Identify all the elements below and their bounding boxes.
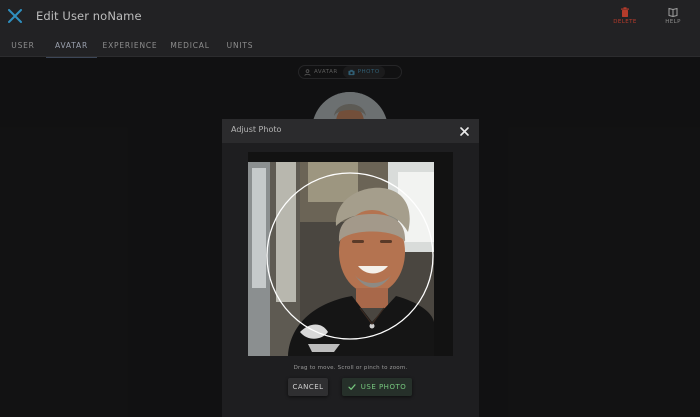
cancel-label: CANCEL — [292, 383, 324, 391]
book-icon — [668, 7, 678, 17]
help-button[interactable]: HELP — [656, 7, 690, 29]
tab-medical[interactable]: MEDICAL — [166, 33, 214, 57]
tab-avatar[interactable]: AVATAR — [46, 33, 97, 58]
adjust-photo-dialog: Adjust Photo Drag to move. Scroll or pin… — [222, 119, 479, 417]
tab-experience[interactable]: EXPERIENCE — [101, 33, 159, 57]
delete-label: DELETE — [613, 19, 637, 25]
use-photo-button[interactable]: USE PHOTO — [342, 378, 412, 396]
crop-circle — [266, 172, 434, 340]
check-icon — [348, 384, 356, 390]
dialog-title: Adjust Photo — [231, 125, 282, 134]
tab-user[interactable]: USER — [4, 33, 42, 57]
dialog-header: Adjust Photo — [222, 119, 479, 143]
top-bar: Edit User noName DELETE HELP — [0, 0, 700, 33]
instruction-text: Drag to move. Scroll or pinch to zoom. — [293, 365, 408, 371]
cancel-button[interactable]: CANCEL — [288, 378, 328, 396]
close-icon[interactable] — [8, 9, 22, 23]
tab-units[interactable]: UNITS — [221, 33, 259, 57]
photo-crop-area[interactable] — [248, 152, 453, 356]
page-title: Edit User noName — [36, 9, 142, 23]
trash-icon — [621, 7, 629, 17]
delete-button[interactable]: DELETE — [608, 7, 642, 29]
close-icon[interactable] — [460, 127, 469, 136]
use-photo-label: USE PHOTO — [360, 383, 407, 391]
tab-bar: USER AVATAR EXPERIENCE MEDICAL UNITS — [0, 33, 700, 58]
help-label: HELP — [665, 19, 681, 25]
